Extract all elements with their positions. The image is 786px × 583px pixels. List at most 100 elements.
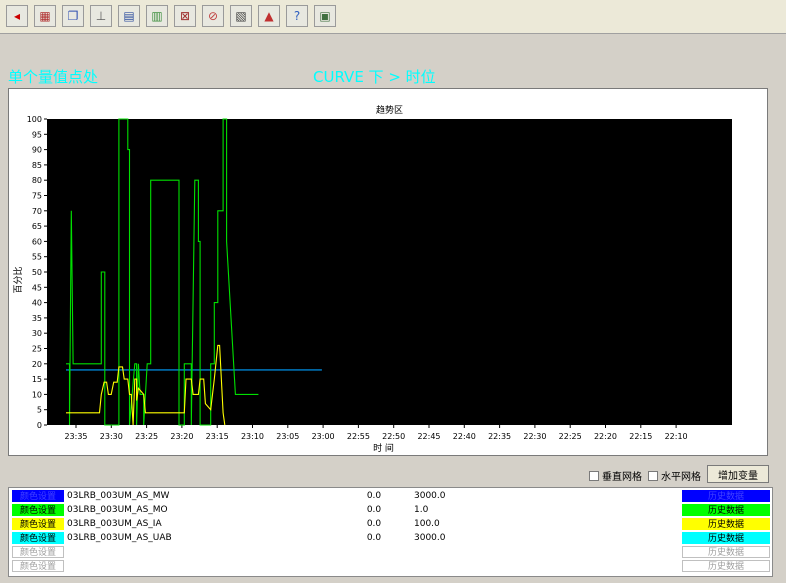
x-tick-label: 23:10 (241, 432, 264, 441)
x-tick-label: 23:05 (276, 432, 299, 441)
variable-min: 0.0 (366, 519, 382, 529)
variable-max: 3000.0 (414, 491, 446, 501)
variable-name: 03LRB_003UM_AS_MO (67, 505, 168, 515)
y-tick-label: 100 (27, 115, 42, 124)
chart-page-icon: ▤ (123, 9, 135, 23)
color-setting-button[interactable]: 颜色设置 (12, 518, 64, 530)
variable-name: 03LRB_003UM_AS_MW (67, 491, 170, 501)
toolbar-button-table[interactable]: ▣ (314, 5, 336, 27)
table-icon: ▣ (319, 9, 331, 23)
building-icon: ▥ (151, 9, 163, 23)
y-tick-label: 75 (32, 192, 42, 201)
y-tick-label: 0 (37, 421, 42, 430)
color-setting-button[interactable]: 颜色设置 (12, 504, 64, 516)
x-tick-label: 23:00 (312, 432, 335, 441)
variable-max: 3000.0 (414, 533, 446, 543)
toolbar-button-document[interactable]: ▧ (230, 5, 252, 27)
toolbar-button-grid-window[interactable]: ▦ (34, 5, 56, 27)
trend-chart-panel: 趋势区 0 5 10 15 20 25 30 35 40 45 50 55 60 65 70 75 80 85 90 9… (8, 88, 768, 456)
left-title: 单个量值点处 (8, 68, 99, 86)
x-tick-label: 22:50 (382, 432, 405, 441)
window-cascade-icon: ❐ (67, 9, 79, 23)
x-tick-label: 22:15 (629, 432, 652, 441)
variable-row: 颜色设置 历史数据 (9, 545, 772, 559)
help-icon: ? (293, 9, 301, 23)
trend-chart: 趋势区 0 5 10 15 20 25 30 35 40 45 50 55 60 65 70 75 80 85 90 9… (12, 104, 732, 454)
horizontal-grid-checkbox[interactable]: 水平网格 (648, 468, 701, 483)
document-icon: ▧ (235, 9, 247, 23)
vertical-grid-checkbox[interactable]: 垂直网格 (589, 468, 642, 483)
y-tick-label: 45 (32, 283, 42, 292)
hierarchy-icon: ⊥ (95, 9, 107, 23)
x-tick-label: 23:30 (100, 432, 123, 441)
x-tick-label: 22:30 (523, 432, 546, 441)
variable-min: 0.0 (366, 533, 382, 543)
x-tick-label: 22:35 (488, 432, 511, 441)
history-data-button[interactable]: 历史数据 (682, 532, 770, 544)
y-axis-label: 百分比 (12, 266, 24, 293)
y-tick-label: 10 (32, 390, 42, 399)
color-setting-button[interactable]: 颜色设置 (12, 560, 64, 572)
toolbar-button-chart-page[interactable]: ▤ (118, 5, 140, 27)
y-tick-label: 70 (32, 207, 42, 216)
y-tick-label: 85 (32, 161, 42, 170)
toolbar: ◂ ▦ ❐ ⊥ ▤ ▥ ⊠ ⊘ ▧ ▲? ▣ (0, 0, 786, 34)
toolbar-button-arrow-left[interactable]: ◂ (6, 5, 28, 27)
variable-row: 颜色设置 03LRB_003UM_AS_MO 0.0 1.0 历史数据 (9, 503, 772, 517)
history-data-button[interactable]: 历史数据 (682, 518, 770, 530)
plot-area (47, 119, 732, 425)
x-tick-label: 23:35 (64, 432, 87, 441)
chart-title: 趋势区 (376, 104, 403, 116)
y-tick-label: 20 (32, 360, 42, 369)
y-tick-label: 60 (32, 237, 42, 246)
variable-name: 03LRB_003UM_AS_UAB (67, 533, 172, 543)
x-tick-label: 23:15 (206, 432, 229, 441)
history-data-button[interactable]: 历史数据 (682, 504, 770, 516)
right-title: CURVE 下 > 时位 (313, 68, 436, 86)
toolbar-button-forbidden[interactable]: ⊘ (202, 5, 224, 27)
variable-min: 0.0 (366, 491, 382, 501)
variable-table: 颜色设置 03LRB_003UM_AS_MW 0.0 3000.0 历史数据 颜色设置 03… (8, 487, 773, 577)
toolbar-button-hierarchy[interactable]: ⊥ (90, 5, 112, 27)
toolbar-button-filter[interactable]: ⊠ (174, 5, 196, 27)
y-tick-label: 15 (32, 375, 42, 384)
history-data-button[interactable]: 历史数据 (682, 490, 770, 502)
arrow-left-icon: ◂ (13, 9, 21, 23)
y-tick-label: 95 (32, 130, 42, 139)
x-tick-label: 23:20 (170, 432, 193, 441)
color-setting-button[interactable]: 颜色设置 (12, 546, 64, 558)
forbidden-icon: ⊘ (207, 9, 219, 23)
variable-max: 100.0 (414, 519, 440, 529)
x-tick-label: 23:25 (135, 432, 158, 441)
variable-row: 颜色设置 03LRB_003UM_AS_UAB 0.0 3000.0 历史数据 (9, 531, 772, 545)
toolbar-button-building[interactable]: ▥ (146, 5, 168, 27)
history-data-button[interactable]: 历史数据 (682, 560, 770, 572)
color-setting-button[interactable]: 颜色设置 (12, 532, 64, 544)
y-tick-label: 50 (32, 268, 42, 277)
y-tick-label: 5 (37, 406, 42, 415)
y-tick-label: 80 (32, 176, 42, 185)
history-data-button[interactable]: 历史数据 (682, 546, 770, 558)
x-tick-label: 22:40 (453, 432, 476, 441)
variable-min: 0.0 (366, 505, 382, 515)
checkbox-box[interactable] (589, 470, 599, 481)
toolbar-button-triangle-warning[interactable]: ▲ (258, 5, 280, 27)
add-variable-button[interactable]: 增加变量 (707, 465, 769, 483)
grid-window-icon: ▦ (39, 9, 51, 23)
toolbar-button-window-cascade[interactable]: ❐ (62, 5, 84, 27)
color-setting-button[interactable]: 颜色设置 (12, 490, 64, 502)
checkbox-box[interactable] (648, 470, 658, 481)
y-tick-label: 90 (32, 146, 42, 155)
toolbar-button-help[interactable]: ? (286, 5, 308, 27)
variable-row: 颜色设置 历史数据 (9, 559, 772, 573)
variable-row: 颜色设置 03LRB_003UM_AS_IA 0.0 100.0 历史数据 (9, 517, 772, 531)
y-tick-label: 40 (32, 299, 42, 308)
x-tick-label: 22:20 (594, 432, 617, 441)
x-tick-label: 22:25 (559, 432, 582, 441)
y-tick-label: 30 (32, 329, 42, 338)
x-tick-label: 22:10 (665, 432, 688, 441)
variable-name: 03LRB_003UM_AS_IA (67, 519, 162, 529)
y-tick-label: 55 (32, 253, 42, 262)
y-tick-label: 65 (32, 222, 42, 231)
grid-controls: 垂直网格 水平网格 增加变量 (0, 465, 786, 485)
